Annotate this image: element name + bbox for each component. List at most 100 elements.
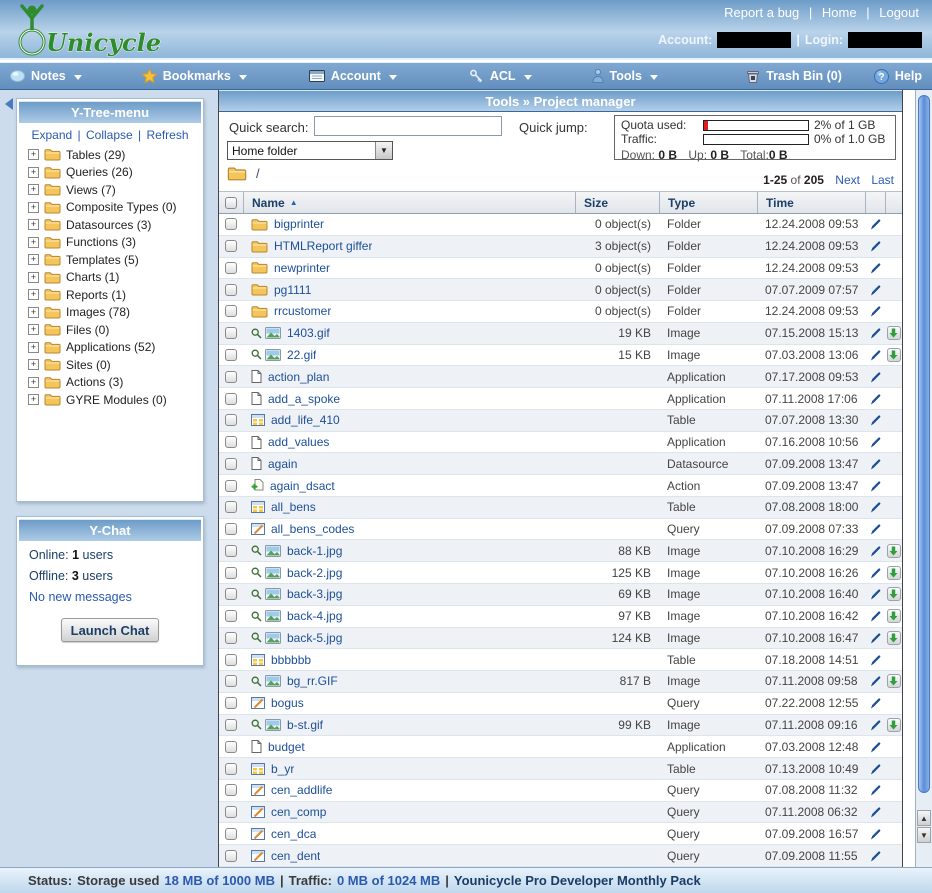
row-checkbox[interactable] xyxy=(225,567,237,579)
edit-pencil-icon[interactable] xyxy=(870,741,881,753)
preview-magnifier-icon[interactable] xyxy=(251,328,262,339)
preview-magnifier-icon[interactable] xyxy=(251,589,262,600)
row-checkbox[interactable] xyxy=(225,632,237,644)
scrollbar-thumb[interactable] xyxy=(918,95,930,793)
edit-pencil-icon[interactable] xyxy=(870,349,881,361)
file-name-link[interactable]: back-5.jpg xyxy=(287,631,342,645)
last-page-link[interactable]: Last xyxy=(871,173,894,187)
launch-chat-button[interactable]: Launch Chat xyxy=(61,618,159,642)
download-button[interactable] xyxy=(887,348,901,362)
file-name-link[interactable]: pg1111 xyxy=(274,283,311,297)
expand-plus-icon[interactable]: + xyxy=(28,254,39,265)
tree-item[interactable]: + Actions (3) xyxy=(19,374,201,392)
quick-search-input[interactable] xyxy=(314,116,502,136)
file-name-link[interactable]: newprinter xyxy=(274,261,330,275)
tree-item[interactable]: + Files (0) xyxy=(19,321,201,339)
preview-magnifier-icon[interactable] xyxy=(251,632,262,643)
row-checkbox[interactable] xyxy=(225,371,237,383)
expand-plus-icon[interactable]: + xyxy=(28,202,39,213)
edit-pencil-icon[interactable] xyxy=(870,371,881,383)
tree-item[interactable]: + Images (78) xyxy=(19,304,201,322)
edit-pencil-icon[interactable] xyxy=(870,632,881,644)
row-checkbox[interactable] xyxy=(225,610,237,622)
tree-item[interactable]: + Charts (1) xyxy=(19,269,201,287)
edit-pencil-icon[interactable] xyxy=(870,567,881,579)
file-name-link[interactable]: budget xyxy=(268,740,305,754)
edit-pencil-icon[interactable] xyxy=(870,697,881,709)
file-name-link[interactable]: bg_rr.GIF xyxy=(287,674,338,688)
tree-item[interactable]: + Templates (5) xyxy=(19,251,201,269)
expand-plus-icon[interactable]: + xyxy=(28,184,39,195)
tree-item[interactable]: + Reports (1) xyxy=(19,286,201,304)
edit-pencil-icon[interactable] xyxy=(870,414,881,426)
file-name-link[interactable]: back-2.jpg xyxy=(287,566,342,580)
edit-pencil-icon[interactable] xyxy=(870,806,881,818)
row-checkbox[interactable] xyxy=(225,458,237,470)
next-page-link[interactable]: Next xyxy=(835,173,860,187)
download-button[interactable] xyxy=(887,566,901,580)
row-checkbox[interactable] xyxy=(225,763,237,775)
scroll-up-button[interactable]: ▲ xyxy=(917,810,931,826)
expand-plus-icon[interactable]: + xyxy=(28,359,39,370)
file-name-link[interactable]: bogus xyxy=(271,696,304,710)
edit-pencil-icon[interactable] xyxy=(870,828,881,840)
expand-plus-icon[interactable]: + xyxy=(28,167,39,178)
menu-account[interactable]: Account xyxy=(309,69,397,83)
file-name-link[interactable]: back-4.jpg xyxy=(287,609,342,623)
edit-pencil-icon[interactable] xyxy=(870,305,881,317)
select-arrow-icon[interactable]: ▼ xyxy=(375,142,392,159)
row-checkbox[interactable] xyxy=(225,545,237,557)
row-checkbox[interactable] xyxy=(225,741,237,753)
menu-notes[interactable]: Notes xyxy=(10,69,82,83)
edit-pencil-icon[interactable] xyxy=(870,284,881,296)
download-button[interactable] xyxy=(887,718,901,732)
file-name-link[interactable]: add_life_410 xyxy=(271,413,340,427)
tree-item[interactable]: + GYRE Modules (0) xyxy=(19,391,201,409)
tree-item[interactable]: + Datasources (3) xyxy=(19,216,201,234)
row-checkbox[interactable] xyxy=(225,850,237,862)
row-checkbox[interactable] xyxy=(225,784,237,796)
tree-item[interactable]: + Views (7) xyxy=(19,181,201,199)
column-header-type[interactable]: Type xyxy=(659,192,757,213)
row-checkbox[interactable] xyxy=(225,501,237,513)
expand-link[interactable]: Expand xyxy=(31,128,72,142)
file-name-link[interactable]: again xyxy=(268,457,297,471)
file-name-link[interactable]: all_bens_codes xyxy=(271,522,354,536)
row-checkbox[interactable] xyxy=(225,349,237,361)
download-button[interactable] xyxy=(887,674,901,688)
edit-pencil-icon[interactable] xyxy=(870,501,881,513)
download-button[interactable] xyxy=(887,587,901,601)
preview-magnifier-icon[interactable] xyxy=(251,719,262,730)
row-checkbox[interactable] xyxy=(225,262,237,274)
file-name-link[interactable]: cen_dca xyxy=(271,827,316,841)
expand-plus-icon[interactable]: + xyxy=(28,237,39,248)
file-name-link[interactable]: cen_comp xyxy=(271,805,326,819)
expand-plus-icon[interactable]: + xyxy=(28,324,39,335)
row-checkbox[interactable] xyxy=(225,414,237,426)
preview-magnifier-icon[interactable] xyxy=(251,349,262,360)
row-checkbox[interactable] xyxy=(225,218,237,230)
row-checkbox[interactable] xyxy=(225,654,237,666)
column-header-name[interactable]: Name ▲ xyxy=(243,192,575,213)
menu-bookmarks[interactable]: Bookmarks xyxy=(142,69,247,83)
edit-pencil-icon[interactable] xyxy=(870,393,881,405)
home-link[interactable]: Home xyxy=(822,5,857,20)
expand-plus-icon[interactable]: + xyxy=(28,377,39,388)
file-name-link[interactable]: b_yr xyxy=(271,762,294,776)
tree-item[interactable]: + Applications (52) xyxy=(19,339,201,357)
tree-item[interactable]: + Queries (26) xyxy=(19,164,201,182)
vertical-scrollbar[interactable]: ▲ ▼ xyxy=(915,90,932,867)
file-name-link[interactable]: 1403.gif xyxy=(287,326,330,340)
edit-pencil-icon[interactable] xyxy=(870,545,881,557)
row-checkbox[interactable] xyxy=(225,697,237,709)
row-checkbox[interactable] xyxy=(225,588,237,600)
file-name-link[interactable]: again_dsact xyxy=(270,479,335,493)
edit-pencil-icon[interactable] xyxy=(870,480,881,492)
download-button[interactable] xyxy=(887,609,901,623)
file-name-link[interactable]: bbbbbb xyxy=(271,653,311,667)
row-checkbox[interactable] xyxy=(225,719,237,731)
expand-plus-icon[interactable]: + xyxy=(28,149,39,160)
menu-trash-bin[interactable]: Trash Bin (0) xyxy=(746,69,842,83)
preview-magnifier-icon[interactable] xyxy=(251,567,262,578)
preview-magnifier-icon[interactable] xyxy=(251,676,262,687)
